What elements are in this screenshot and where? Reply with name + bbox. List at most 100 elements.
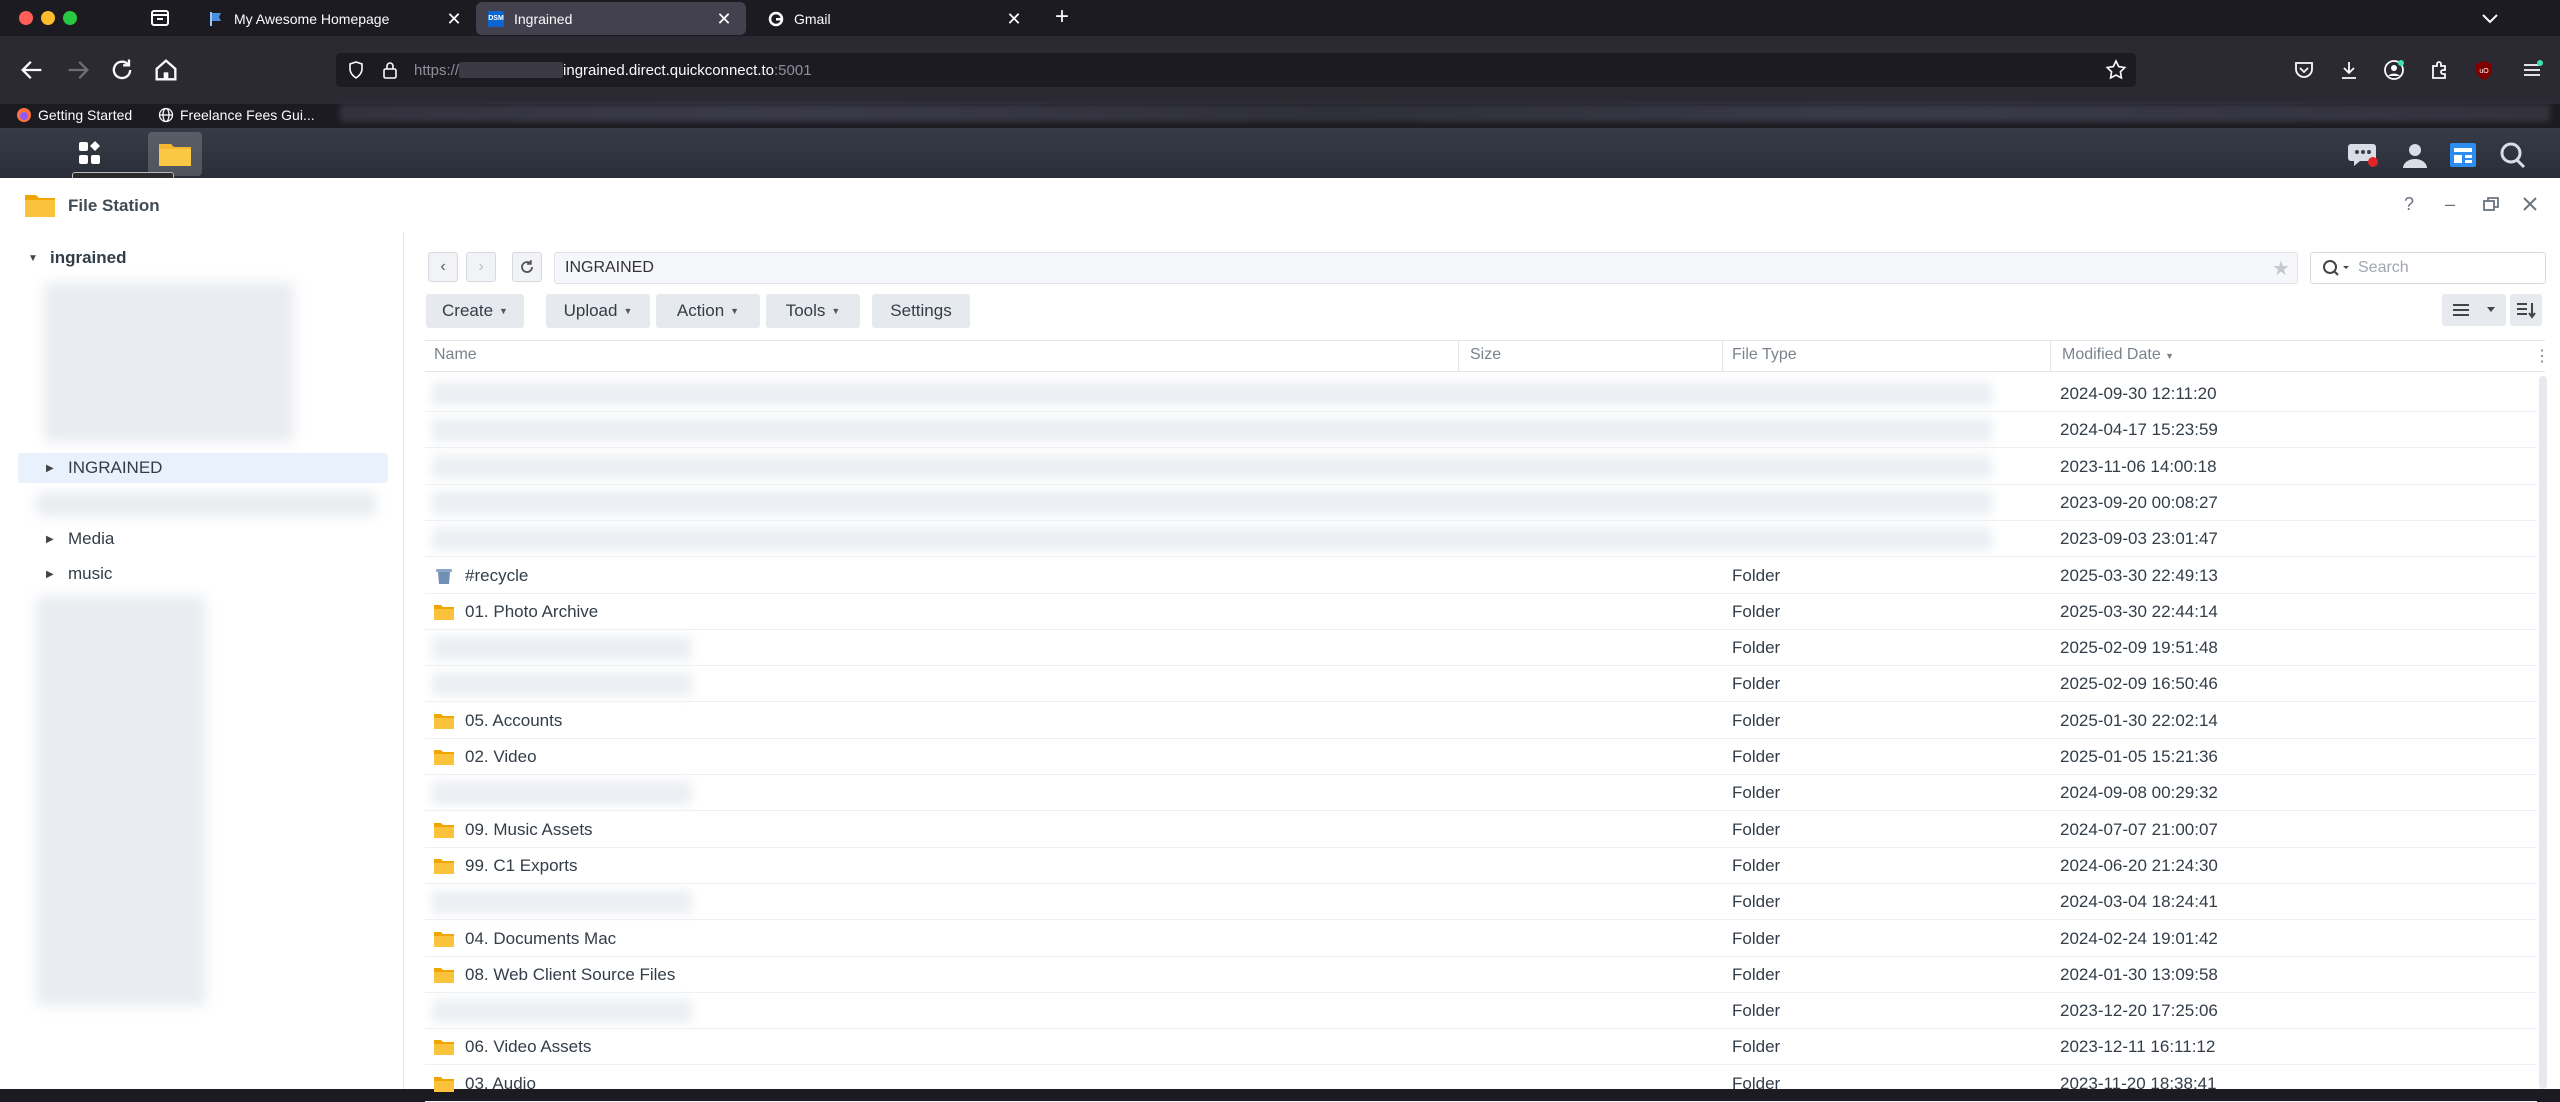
redacted-cell (432, 455, 1992, 479)
back-button[interactable]: ‹ (428, 252, 458, 282)
new-tab-button[interactable]: + (1050, 5, 1074, 30)
refresh-button[interactable] (512, 252, 542, 282)
minimize-icon[interactable]: – (2438, 192, 2462, 216)
folder-icon (434, 605, 454, 620)
search-icon[interactable] (2496, 140, 2530, 170)
tools-button[interactable]: Tools ▼ (766, 294, 860, 328)
modified-date: 2024-09-08 00:29:32 (2060, 783, 2218, 802)
url-text[interactable]: https:// ingrained.direct.quickconnect.to… (414, 62, 812, 79)
back-arrow-icon[interactable] (18, 56, 46, 84)
search-input[interactable] (2358, 256, 2538, 280)
redacted-cell (432, 382, 1992, 406)
close-icon[interactable] (2518, 192, 2542, 216)
url-host: ingrained.direct.quickconnect.to (563, 62, 774, 79)
table-row[interactable] (425, 1029, 2537, 1065)
bookmark-getting-started[interactable]: Getting Started (16, 104, 132, 126)
create-button[interactable]: Create ▼ (426, 294, 524, 328)
pocket-icon[interactable] (2292, 58, 2316, 82)
dsm-favicon-icon: DSM (488, 10, 504, 27)
restore-icon[interactable] (2479, 192, 2503, 216)
upload-button[interactable]: Upload ▼ (546, 294, 650, 328)
star-icon[interactable] (2104, 58, 2128, 82)
table-row[interactable] (425, 703, 2537, 739)
folder-icon (434, 968, 454, 983)
menu-icon[interactable] (2520, 58, 2544, 82)
table-row[interactable] (425, 884, 2537, 920)
column-divider[interactable] (1458, 341, 1459, 372)
forward-button[interactable]: › (466, 252, 496, 282)
extensions-icon[interactable] (2427, 58, 2451, 82)
file-type: Folder (1732, 1074, 1781, 1093)
table-row[interactable] (425, 848, 2537, 884)
scrollbar[interactable] (2539, 376, 2547, 1089)
table-row[interactable] (425, 594, 2537, 630)
action-button[interactable]: Action ▼ (656, 294, 760, 328)
close-icon[interactable]: ✕ (714, 9, 734, 29)
caret-right-icon[interactable]: ▶ (46, 463, 56, 474)
chat-icon[interactable] (2346, 140, 2380, 170)
table-row[interactable] (425, 558, 2537, 594)
home-icon[interactable] (152, 56, 180, 84)
ublock-icon[interactable]: uO (2472, 58, 2496, 82)
bookmark-label: Freelance Fees Gui... (180, 107, 315, 123)
account-icon[interactable] (2382, 58, 2406, 82)
star-icon[interactable]: ★ (2272, 256, 2290, 281)
download-icon[interactable] (2337, 58, 2361, 82)
redacted-cell (432, 527, 1992, 551)
reload-icon[interactable] (108, 56, 136, 84)
main-menu-icon[interactable] (65, 134, 113, 174)
lock-icon[interactable] (380, 60, 400, 80)
folder-icon (434, 932, 454, 947)
tab-ingrained[interactable]: DSM Ingrained ✕ (476, 2, 746, 35)
caret-right-icon[interactable]: ▶ (46, 534, 56, 545)
zoom-window-button[interactable] (63, 11, 77, 25)
redacted-tree-items (36, 492, 376, 516)
column-file-type[interactable]: File Type (1732, 346, 1797, 364)
settings-button[interactable]: Settings (872, 294, 970, 328)
path-field[interactable]: INGRAINED (554, 252, 2298, 284)
tab-my-awesome-homepage[interactable]: My Awesome Homepage ✕ (196, 2, 476, 35)
help-icon[interactable]: ? (2397, 192, 2421, 216)
sort-button[interactable] (2510, 294, 2542, 326)
folder-icon (434, 1077, 454, 1092)
tree-node-music[interactable]: ▶ music (46, 559, 112, 589)
user-icon[interactable] (2398, 140, 2432, 170)
bookmark-freelance-fees[interactable]: Freelance Fees Gui... (158, 104, 315, 126)
table-row[interactable] (425, 921, 2537, 957)
table-row[interactable] (425, 812, 2537, 848)
table-row[interactable] (425, 957, 2537, 993)
table-row[interactable] (425, 775, 2537, 811)
caret-right-icon[interactable]: ▶ (46, 569, 56, 580)
file-name: 99. C1 Exports (465, 856, 578, 875)
tree-node-media[interactable]: ▶ Media (46, 524, 114, 554)
table-row[interactable] (425, 739, 2537, 775)
column-divider[interactable] (2050, 341, 2051, 372)
chevron-down-icon[interactable] (2478, 6, 2502, 30)
close-icon[interactable]: ✕ (444, 9, 464, 29)
forward-arrow-icon[interactable] (64, 56, 92, 84)
minimize-window-button[interactable] (41, 11, 55, 25)
file-station-taskbar-button[interactable] (148, 132, 202, 176)
table-row[interactable] (425, 666, 2537, 702)
column-size[interactable]: Size (1470, 346, 1501, 364)
tree-root-ingrained[interactable]: ▼ ingrained (28, 243, 127, 273)
table-row[interactable] (425, 993, 2537, 1029)
close-icon[interactable]: ✕ (1004, 9, 1024, 29)
table-row[interactable] (425, 1066, 2537, 1102)
table-row[interactable] (425, 630, 2537, 666)
caret-down-icon[interactable]: ▼ (28, 253, 38, 264)
modified-date: 2023-12-11 16:11:12 (2060, 1037, 2216, 1056)
column-modified-date[interactable]: Modified Date ▼ (2062, 346, 2174, 364)
view-mode-button[interactable] (2442, 294, 2506, 326)
column-divider[interactable] (1722, 341, 1723, 372)
tab-gmail[interactable]: Gmail ✕ (756, 2, 1036, 35)
window-titlebar[interactable] (0, 178, 2560, 232)
tree-node-ingrained[interactable]: ▶ INGRAINED (18, 453, 388, 483)
widgets-icon[interactable] (2446, 140, 2480, 170)
shield-icon[interactable] (346, 60, 366, 80)
column-name[interactable]: Name (434, 346, 477, 364)
close-window-button[interactable] (19, 11, 33, 25)
firefox-view-icon[interactable] (148, 6, 172, 30)
column-options-icon[interactable]: ⋮ (2534, 346, 2550, 366)
search-icon[interactable] (2322, 259, 2352, 277)
